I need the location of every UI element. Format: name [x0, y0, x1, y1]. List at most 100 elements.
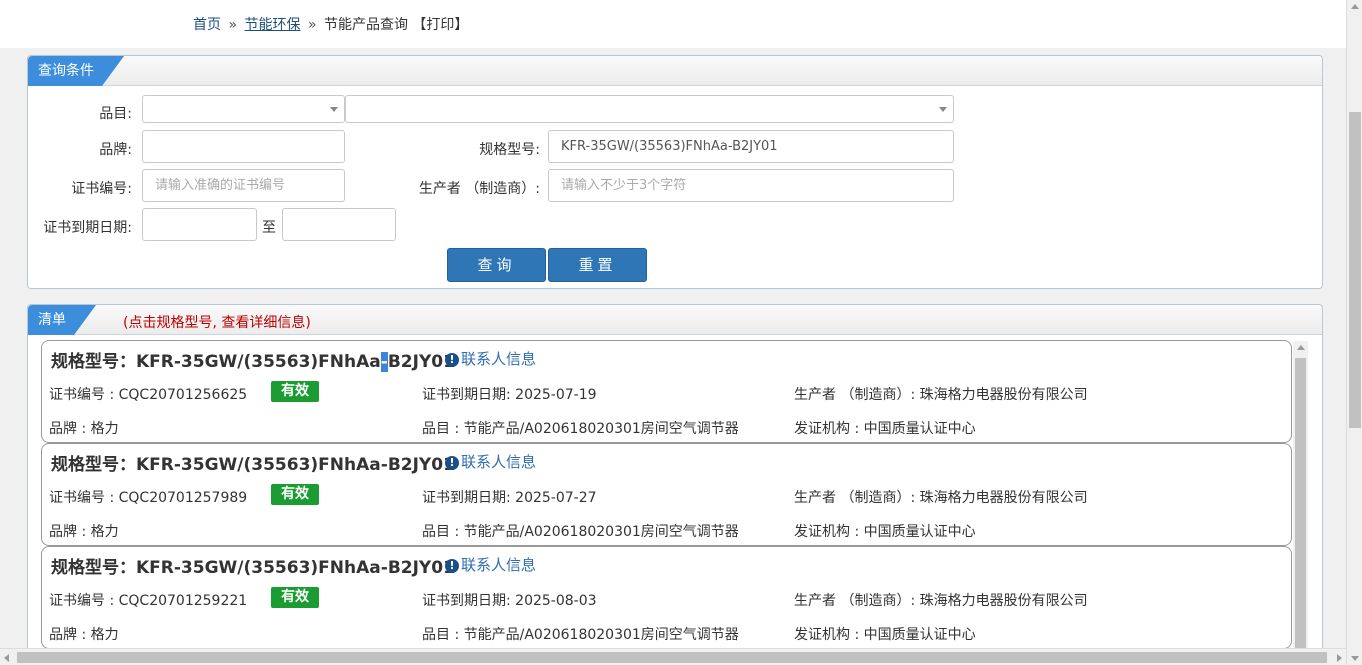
maker: 生产者 （制造商）: 珠海格力电器股份有限公司: [794, 487, 1088, 507]
brand-input[interactable]: [142, 130, 345, 163]
brand: 品牌 : 格力: [49, 521, 119, 541]
list-panel-header: 清单 (点击规格型号, 查看详细信息): [28, 305, 1322, 335]
category-select[interactable]: [142, 95, 345, 123]
contact-info-label: 联系人信息: [461, 350, 537, 368]
subcategory-select[interactable]: [345, 95, 954, 123]
breadcrumb: 首页 » 节能环保 » 节能产品查询 【打印】: [193, 14, 468, 34]
maker-input-placeholder: 请输入不少于3个字符: [561, 178, 687, 193]
cert-number: 证书编号 : CQC20701259221: [49, 590, 247, 610]
maker-value: 珠海格力电器股份有限公司: [919, 387, 1088, 403]
model-title-prefix: 规格型号：: [51, 558, 136, 578]
search-button[interactable]: 查询: [447, 248, 546, 282]
model-title-link[interactable]: 规格型号：KFR-35GW/(35563)FNhAa-B2JY01: [51, 347, 455, 372]
top-bar: 首页 » 节能环保 » 节能产品查询 【打印】: [0, 0, 1346, 48]
breadcrumb-category-link[interactable]: 节能环保: [244, 17, 300, 33]
chevron-down-icon: [939, 107, 947, 112]
issuer-value: 中国质量认证中心: [863, 524, 976, 540]
model-title-link[interactable]: 规格型号：KFR-35GW/(35563)FNhAa-B2JY01: [51, 553, 455, 578]
issuer-value: 中国质量认证中心: [863, 627, 976, 643]
brand-label: 品牌:: [99, 142, 132, 158]
breadcrumb-current: 节能产品查询: [323, 17, 408, 33]
status-badge: 有效: [271, 587, 319, 608]
expiry-date-label: 证书到期日期:: [422, 593, 516, 609]
list-item: 规格型号：KFR-35GW/(35563)FNhAa-B2JY01 ! 联系人信息…: [41, 340, 1292, 443]
cert-number-label: 证书编号 :: [49, 490, 119, 506]
maker-label: 生产者 （制造商）:: [418, 181, 540, 197]
expiry-to-input[interactable]: [282, 208, 396, 241]
page-horizontal-scrollbar[interactable]: [0, 648, 1346, 665]
maker: 生产者 （制造商）: 珠海格力电器股份有限公司: [794, 590, 1088, 610]
maker-input[interactable]: 请输入不少于3个字符: [548, 169, 954, 202]
model-title-text: KFR-35GW/(35563)FNhAa-B2JY01: [136, 558, 455, 578]
expiry-date-label: 证书到期日期:: [422, 490, 516, 506]
model-title-prefix: 规格型号：: [51, 352, 136, 372]
category-label: 品目 :: [422, 421, 464, 437]
scroll-right-arrow-icon[interactable]: [1337, 654, 1342, 662]
query-panel-tab: 查询条件: [28, 56, 124, 86]
cert-number-label: 证书编号 :: [49, 593, 119, 609]
category-label: 品目 :: [422, 627, 464, 643]
brand-label: 品牌 :: [49, 421, 91, 437]
category-label: 品目 :: [422, 524, 464, 540]
maker-label: 生产者 （制造商）:: [794, 490, 920, 506]
list-panel-tab: 清单: [28, 305, 96, 335]
contact-info-label: 联系人信息: [461, 453, 537, 471]
chevron-down-icon: [330, 107, 338, 112]
expiry-date-value: 2025-08-03: [515, 593, 597, 609]
category-value: 节能产品/A020618020301房间空气调节器: [463, 524, 739, 540]
list-item: 规格型号：KFR-35GW/(35563)FNhAa-B2JY01 ! 联系人信息…: [41, 443, 1292, 546]
issuer-label: 发证机构 :: [794, 524, 864, 540]
brand-value: 格力: [90, 524, 119, 540]
issuer: 发证机构 : 中国质量认证中心: [794, 418, 976, 438]
category-value: 节能产品/A020618020301房间空气调节器: [463, 421, 739, 437]
expiry-date-label: 证书到期日期:: [422, 387, 516, 403]
model-label: 规格型号:: [479, 142, 540, 158]
issuer-label: 发证机构 :: [794, 421, 864, 437]
breadcrumb-separator: »: [307, 17, 317, 33]
brand-label: 品牌 :: [49, 627, 91, 643]
category-label: 品目:: [99, 106, 132, 122]
expiry-from-input[interactable]: [142, 208, 257, 241]
cert-number-value: CQC20701259221: [118, 593, 248, 609]
page-vertical-scrollbar[interactable]: [1346, 0, 1362, 665]
expiry-to-label: 至: [262, 220, 276, 236]
expiry-date: 证书到期日期: 2025-07-27: [422, 487, 597, 507]
brand: 品牌 : 格力: [49, 418, 119, 438]
contact-info-label: 联系人信息: [461, 556, 537, 574]
list-hint: (点击规格型号, 查看详细信息): [123, 315, 311, 331]
reset-button[interactable]: 重置: [548, 248, 647, 282]
scroll-up-arrow-icon[interactable]: [1297, 345, 1305, 350]
scroll-down-arrow-icon[interactable]: [1351, 656, 1359, 661]
brand-label: 品牌 :: [49, 524, 91, 540]
contact-info-link[interactable]: ! 联系人信息: [445, 348, 536, 369]
text-selection: -: [380, 352, 388, 372]
issuer: 发证机构 : 中国质量认证中心: [794, 521, 976, 541]
cert-number-label: 证书编号 :: [49, 387, 119, 403]
maker-value: 珠海格力电器股份有限公司: [919, 593, 1088, 609]
cert-label: 证书编号:: [71, 181, 132, 197]
model-title-link[interactable]: 规格型号：KFR-35GW/(35563)FNhAa-B2JY01: [51, 450, 455, 475]
category: 品目 : 节能产品/A020618020301房间空气调节器: [422, 624, 739, 644]
list-scrollbar[interactable]: [1293, 341, 1308, 665]
cert-input-placeholder: 请输入准确的证书编号: [155, 178, 286, 193]
expiry-date-value: 2025-07-19: [515, 387, 597, 403]
expiry-date-value: 2025-07-27: [515, 490, 597, 506]
breadcrumb-home-link[interactable]: 首页: [193, 17, 221, 33]
maker-value: 珠海格力电器股份有限公司: [919, 490, 1088, 506]
scroll-up-arrow-icon[interactable]: [1351, 4, 1359, 9]
expiry-date: 证书到期日期: 2025-07-19: [422, 384, 597, 404]
contact-info-link[interactable]: ! 联系人信息: [445, 554, 536, 575]
brand: 品牌 : 格力: [49, 624, 119, 644]
list-scrollbar-thumb[interactable]: [1295, 358, 1306, 665]
model-input[interactable]: KFR-35GW/(35563)FNhAa-B2JY01: [548, 130, 954, 163]
scroll-left-arrow-icon[interactable]: [4, 654, 9, 662]
cert-input[interactable]: 请输入准确的证书编号: [142, 169, 345, 202]
print-link[interactable]: 【打印】: [412, 17, 468, 33]
cert-number: 证书编号 : CQC20701256625: [49, 384, 247, 404]
issuer-value: 中国质量认证中心: [863, 421, 976, 437]
contact-info-link[interactable]: ! 联系人信息: [445, 451, 536, 472]
page-vertical-scrollbar-thumb[interactable]: [1349, 112, 1361, 428]
breadcrumb-separator: »: [228, 17, 238, 33]
issuer: 发证机构 : 中国质量认证中心: [794, 624, 976, 644]
page-horizontal-scrollbar-thumb[interactable]: [17, 652, 1327, 663]
